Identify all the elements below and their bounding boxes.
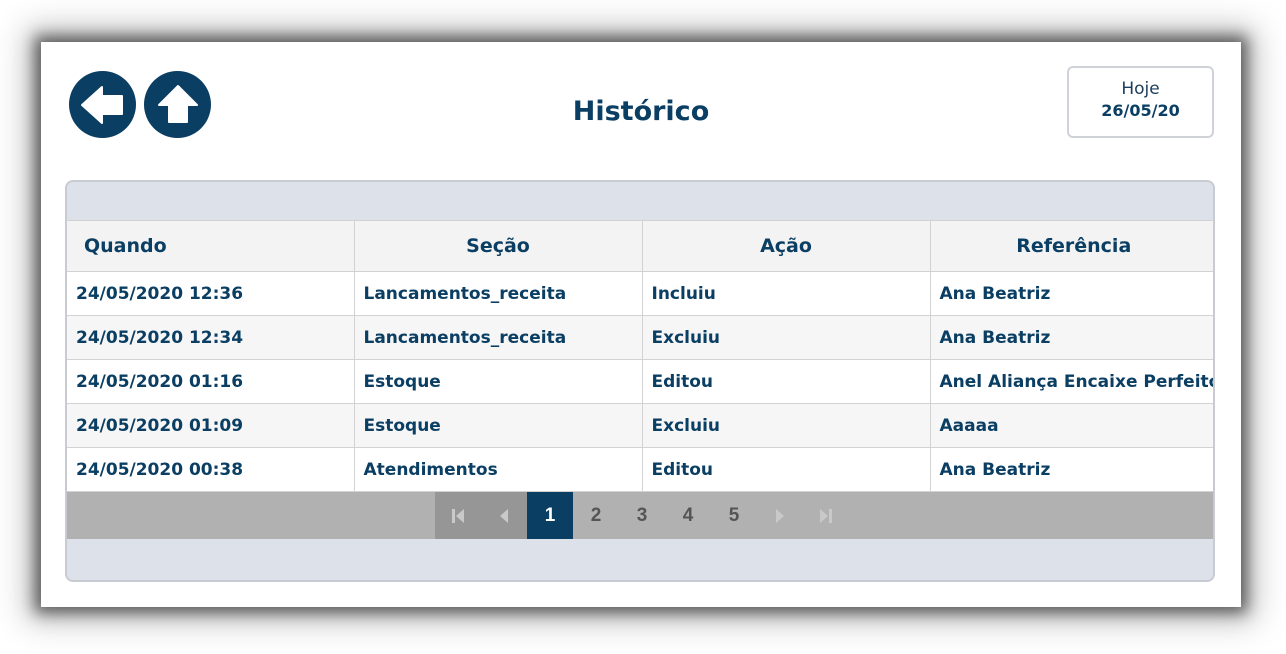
cell-section: Estoque — [354, 403, 643, 448]
column-header-secao[interactable]: Seção — [354, 220, 643, 272]
table-row[interactable]: 24/05/2020 01:16 Estoque Editou Anel Ali… — [67, 359, 1213, 404]
next-page-button[interactable] — [757, 492, 803, 539]
prev-page-icon — [500, 508, 508, 523]
cell-action: Editou — [642, 447, 931, 492]
history-panel: Quando Seção Ação Referência 24/05/2020 … — [65, 180, 1215, 582]
cell-section: Lancamentos_receita — [354, 315, 643, 360]
table-row[interactable]: 24/05/2020 12:36 Lancamentos_receita Inc… — [67, 271, 1213, 316]
page-3-button[interactable]: 3 — [619, 492, 665, 539]
page-4-button[interactable]: 4 — [665, 492, 711, 539]
cell-reference: Aaaaa — [930, 403, 1213, 448]
page-1-button[interactable]: 1 — [527, 492, 573, 539]
prev-page-button[interactable] — [481, 492, 527, 539]
page-title: Histórico — [572, 96, 710, 127]
cell-reference: Ana Beatriz — [930, 271, 1213, 316]
cell-when: 24/05/2020 01:09 — [67, 403, 355, 448]
today-label: Hoje — [1121, 79, 1160, 99]
next-page-icon — [776, 508, 784, 523]
cell-action: Editou — [642, 359, 931, 404]
last-page-button[interactable] — [803, 492, 849, 539]
cell-section: Estoque — [354, 359, 643, 404]
page-2-button[interactable]: 2 — [573, 492, 619, 539]
cell-reference: Ana Beatriz — [930, 315, 1213, 360]
today-date-box: Hoje 26/05/20 — [1067, 66, 1214, 138]
cell-when: 24/05/2020 01:16 — [67, 359, 355, 404]
cell-action: Incluiu — [642, 271, 931, 316]
first-page-button[interactable] — [435, 492, 481, 539]
history-window: Histórico Hoje 26/05/20 Quando Seção Açã… — [41, 42, 1241, 607]
cell-when: 24/05/2020 00:38 — [67, 447, 355, 492]
cell-section: Atendimentos — [354, 447, 643, 492]
cell-when: 24/05/2020 12:34 — [67, 315, 355, 360]
column-header-quando[interactable]: Quando — [67, 220, 355, 272]
last-page-icon — [820, 508, 832, 523]
cell-reference: Ana Beatriz — [930, 447, 1213, 492]
cell-action: Excluiu — [642, 403, 931, 448]
history-table: Quando Seção Ação Referência 24/05/2020 … — [67, 220, 1213, 492]
cell-reference: Anel Aliança Encaixe Perfeito — [930, 359, 1213, 404]
table-row[interactable]: 24/05/2020 00:38 Atendimentos Editou Ana… — [67, 447, 1213, 492]
cell-section: Lancamentos_receita — [354, 271, 643, 316]
page-5-button[interactable]: 5 — [711, 492, 757, 539]
table-row[interactable]: 24/05/2020 12:34 Lancamentos_receita Exc… — [67, 315, 1213, 360]
pagination-bar: 1 2 3 4 5 — [67, 492, 1213, 539]
cell-when: 24/05/2020 12:36 — [67, 271, 355, 316]
table-header-row: Quando Seção Ação Referência — [67, 220, 1213, 272]
column-header-acao[interactable]: Ação — [642, 220, 931, 272]
table-row[interactable]: 24/05/2020 01:09 Estoque Excluiu Aaaaa — [67, 403, 1213, 448]
cell-action: Excluiu — [642, 315, 931, 360]
first-page-icon — [452, 508, 464, 523]
column-header-referencia[interactable]: Referência — [930, 220, 1213, 272]
today-date: 26/05/20 — [1101, 101, 1180, 120]
